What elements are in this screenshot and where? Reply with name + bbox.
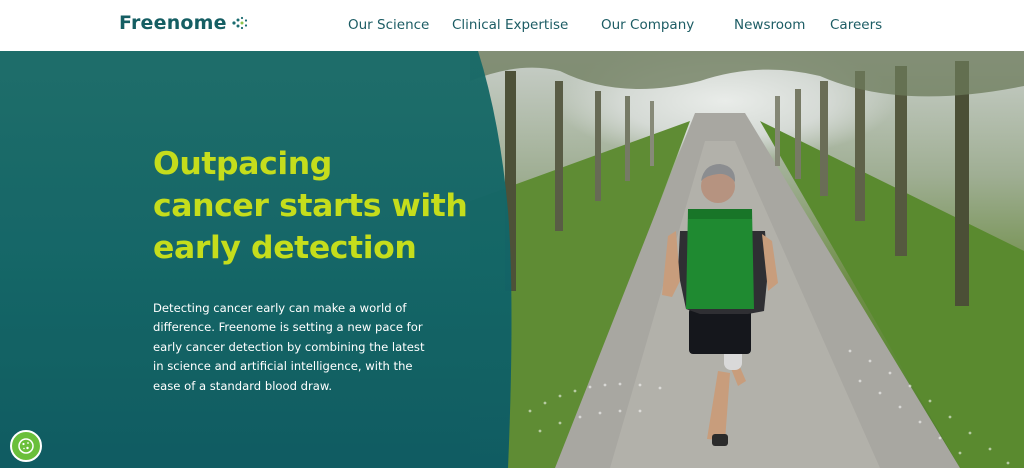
cookie-settings-button[interactable] bbox=[10, 430, 42, 462]
hero-description-line: in science and artificial intelligence, … bbox=[153, 359, 413, 374]
hero-copy: Outpacing cancer starts with early detec… bbox=[153, 143, 533, 396]
cookie-icon bbox=[18, 438, 34, 454]
main-nav: Our Science Clinical Expertise Our Compa… bbox=[0, 17, 1024, 37]
nav-our-company[interactable]: Our Company bbox=[601, 17, 694, 33]
nav-clinical-expertise[interactable]: Clinical Expertise bbox=[452, 17, 568, 33]
hero-description-line: ease of a standard blood draw. bbox=[153, 378, 333, 393]
hero-description: Detecting cancer early can make a world … bbox=[153, 299, 438, 396]
hero-headline-line: Outpacing bbox=[153, 146, 332, 182]
site-header: Freenome Our Science Clinical Expertise … bbox=[0, 0, 1024, 51]
hero-description-line: difference. Freenome is setting a new pa… bbox=[153, 320, 423, 335]
hero-description-line: early cancer detection by combining the … bbox=[153, 339, 425, 354]
hero-headline-line: cancer starts with bbox=[153, 188, 468, 224]
nav-our-science[interactable]: Our Science bbox=[348, 17, 429, 33]
nav-careers[interactable]: Careers bbox=[830, 17, 882, 33]
hero-headline-line: early detection bbox=[153, 230, 417, 266]
hero-headline: Outpacing cancer starts with early detec… bbox=[153, 143, 533, 269]
nav-newsroom[interactable]: Newsroom bbox=[734, 17, 805, 33]
hero-section: Outpacing cancer starts with early detec… bbox=[0, 51, 1024, 468]
hero-description-line: Detecting cancer early can make a world … bbox=[153, 301, 407, 315]
